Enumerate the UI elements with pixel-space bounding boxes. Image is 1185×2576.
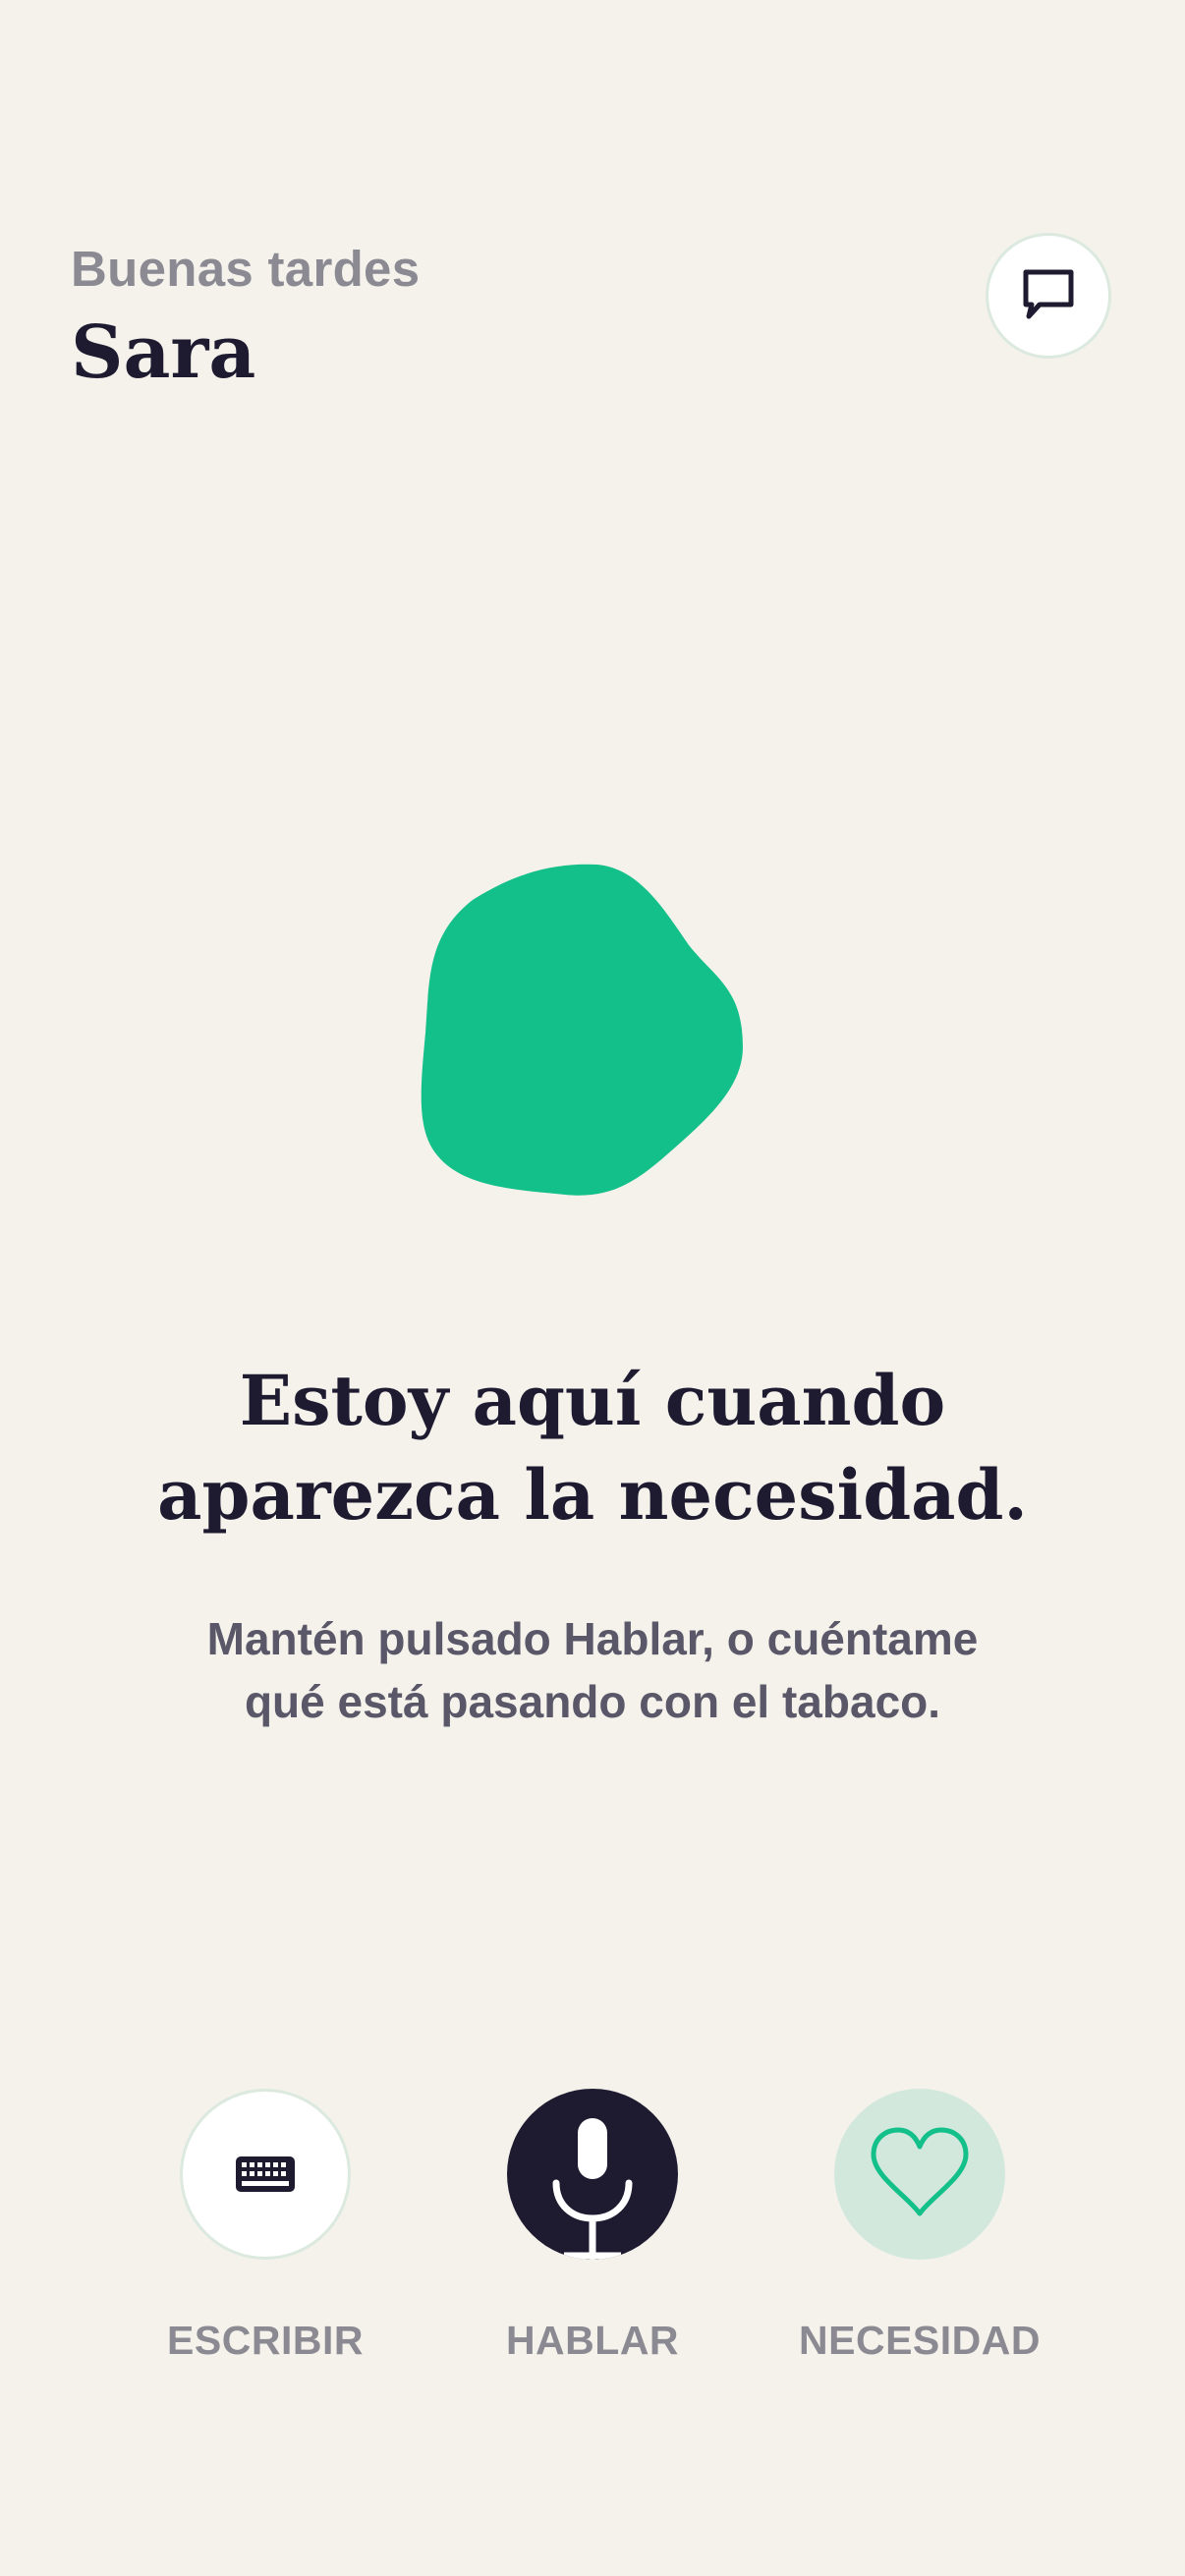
subtext: Mantén pulsado Hablar, o cuéntame qué es… [118,1607,1067,1733]
headline-line-2: aparezca la necesidad. [157,1454,1028,1536]
write-button[interactable]: ESCRIBIR [88,2089,442,2361]
headline-line-1: Estoy aquí cuando [239,1360,946,1441]
microphone-icon [552,2118,633,2260]
greeting: Buenas tardes [71,241,421,297]
user-name: Sara [71,310,256,395]
chat-button[interactable] [986,233,1111,359]
need-button[interactable]: NECESIDAD [743,2089,1097,2361]
keyboard-icon [236,2156,295,2192]
breathing-blob [421,864,743,1196]
talk-button-label: HABLAR [505,2318,680,2363]
talk-button[interactable]: HABLAR [416,2089,769,2361]
need-button-label: NECESIDAD [799,2318,1041,2363]
write-button-circle[interactable] [180,2089,351,2260]
subtext-line-1: Mantén pulsado Hablar, o cuéntame [206,1613,979,1664]
talk-button-circle[interactable] [507,2089,678,2260]
need-button-circle[interactable] [834,2089,1005,2260]
headline: Estoy aquí cuando aparezca la necesidad. [0,1354,1185,1542]
subtext-line-2: qué está pasando con el tabaco. [244,1676,941,1727]
chat-bubble-icon [1023,269,1074,319]
heart-icon [871,2127,969,2216]
write-button-label: ESCRIBIR [167,2318,364,2363]
